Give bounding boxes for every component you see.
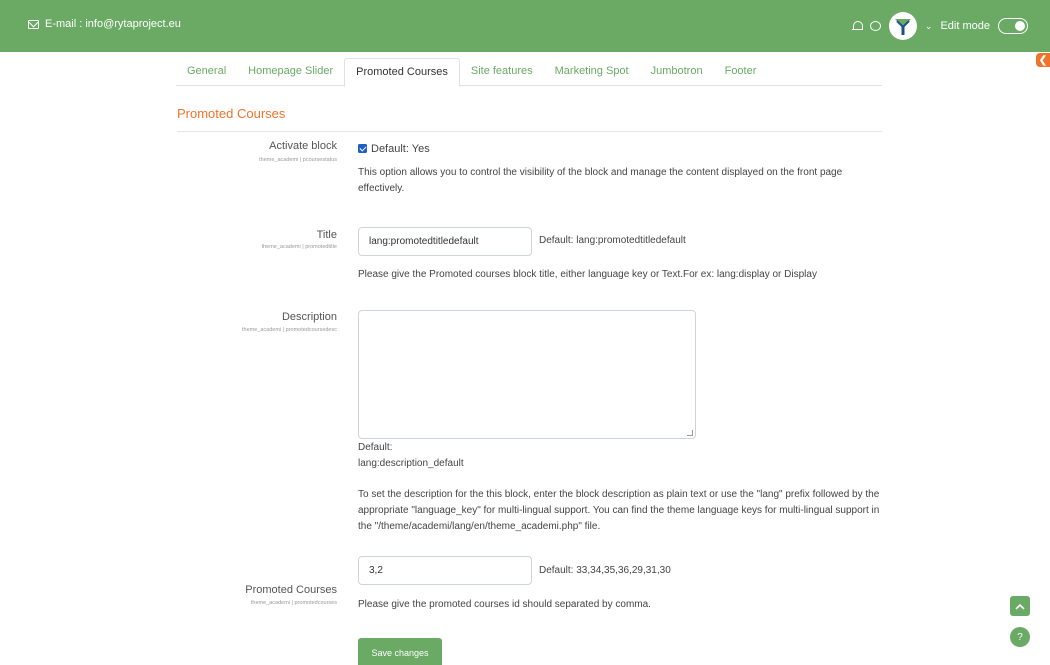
promoted-courses-label: Promoted Courses xyxy=(245,584,337,596)
user-menu-chevron-down-icon[interactable]: ⌄ xyxy=(925,21,933,32)
save-changes-button[interactable]: Save changes xyxy=(358,638,442,665)
section-title: Promoted Courses xyxy=(177,106,286,121)
contact-email[interactable]: E-mail : info@rytaproject.eu xyxy=(28,18,181,30)
user-avatar[interactable] xyxy=(888,12,917,40)
mail-icon xyxy=(28,19,39,29)
edit-mode-label: Edit mode xyxy=(940,20,990,32)
question-mark-icon: ? xyxy=(1017,631,1023,643)
drawer-toggle-button[interactable]: ❮ xyxy=(1036,53,1050,67)
tab-homepage-slider[interactable]: Homepage Slider xyxy=(237,58,344,86)
promoted-courses-input[interactable] xyxy=(358,556,532,585)
tab-general[interactable]: General xyxy=(176,58,237,86)
description-setting-name: theme_academi | promotedcoursedesc xyxy=(242,327,337,333)
edit-mode-toggle[interactable] xyxy=(998,18,1028,34)
promoted-courses-help: Please give the promoted courses id shou… xyxy=(358,599,651,610)
tab-site-features[interactable]: Site features xyxy=(460,58,544,86)
chevron-up-icon xyxy=(1015,603,1025,610)
activate-block-setting-name: theme_academi | pcoursestatus xyxy=(259,157,337,163)
promoted-courses-setting-name: theme_academi | promotedcourses xyxy=(250,600,337,606)
settings-tabs: General Homepage Slider Promoted Courses… xyxy=(176,58,882,87)
description-default-value: lang:description_default xyxy=(358,458,464,469)
activate-block-help: This option allows you to control the vi… xyxy=(358,167,843,194)
contact-email-text: E-mail : info@rytaproject.eu xyxy=(45,18,181,30)
activate-block-default: Default: Yes xyxy=(371,143,430,155)
activate-block-checkbox[interactable] xyxy=(358,144,367,153)
promoted-courses-default: Default: 33,34,35,36,29,31,30 xyxy=(539,565,671,576)
user-logo-icon xyxy=(894,19,911,35)
title-default: Default: lang:promotedtitledefault xyxy=(539,235,686,246)
description-default-label: Default: xyxy=(358,442,393,453)
description-help: To set the description for the this bloc… xyxy=(358,489,880,532)
chevron-left-icon: ❮ xyxy=(1038,54,1048,66)
notification-bell-icon[interactable] xyxy=(851,20,863,32)
description-label: Description xyxy=(281,311,337,323)
title-label: Title xyxy=(316,229,337,241)
title-setting-name: theme_academi | promotedtitle xyxy=(261,244,337,250)
tab-promoted-courses[interactable]: Promoted Courses xyxy=(344,58,460,87)
activate-block-label: Activate block xyxy=(269,140,337,152)
back-to-top-button[interactable] xyxy=(1010,596,1030,616)
description-textarea[interactable] xyxy=(358,310,696,439)
top-navbar: E-mail : info@rytaproject.eu ⌄ Edit mode xyxy=(0,0,1050,52)
tab-jumbotron[interactable]: Jumbotron xyxy=(640,58,714,86)
tab-footer[interactable]: Footer xyxy=(714,58,768,86)
title-help: Please give the Promoted courses block t… xyxy=(358,269,817,280)
section-divider xyxy=(177,131,882,132)
title-input[interactable] xyxy=(358,227,532,256)
tab-marketing-spot[interactable]: Marketing Spot xyxy=(544,58,640,86)
messages-icon[interactable] xyxy=(869,21,881,31)
help-button[interactable]: ? xyxy=(1010,627,1030,647)
